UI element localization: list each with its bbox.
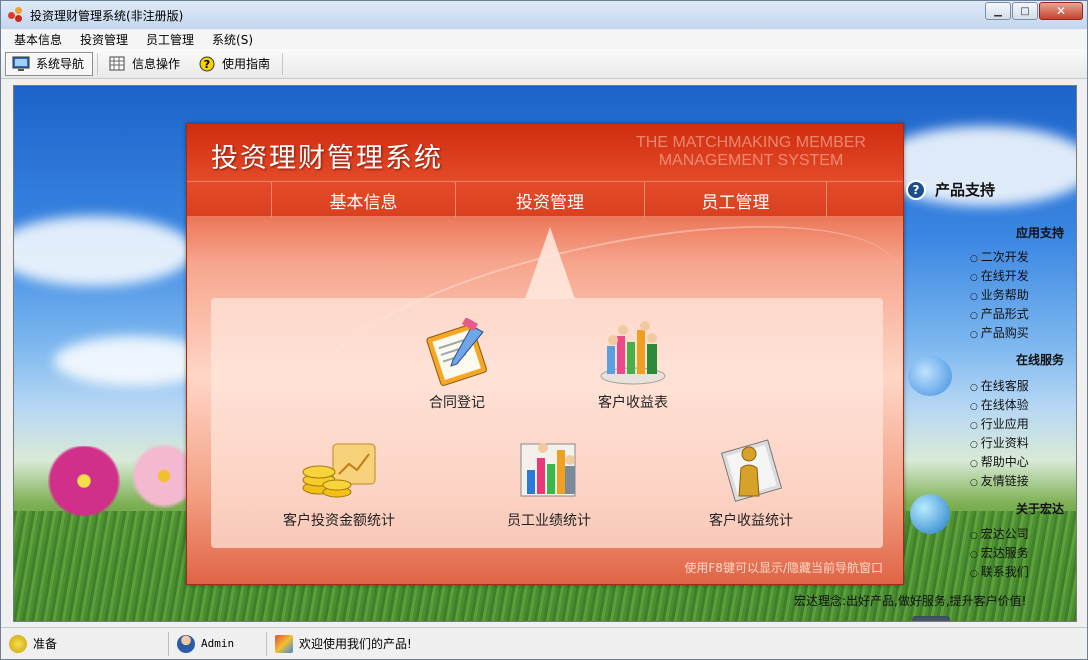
tab-investment[interactable]: 投资管理 [455, 182, 644, 218]
support-link[interactable]: 在线开发 [970, 267, 1029, 284]
status-ready: 准备 [1, 631, 169, 656]
function-box: 合同登记 客户收益表 客户投资金额统计 员工业绩统计 客户收益统计 [211, 298, 883, 548]
user-icon [177, 634, 195, 653]
support-link[interactable]: 联系我们 [970, 563, 1029, 580]
panel-subtitle: THE MATCHMAKING MEMBER MANAGEMENT SYSTEM [611, 134, 891, 170]
customer-income-table-label: 客户收益表 [598, 395, 668, 411]
menu-investment[interactable]: 投资管理 [71, 31, 137, 48]
system-nav-button[interactable]: 系统导航 [5, 51, 94, 76]
question-icon: ? [906, 179, 926, 200]
contract-icon [417, 317, 497, 388]
company-motto: 宏达理念:出好产品,做好服务,提升客户价值! [794, 594, 1027, 608]
status-welcome-text: 欢迎使用我们的产品! [299, 637, 412, 651]
status-user-text: Admin [201, 637, 235, 650]
customer-income-table-item[interactable]: 客户收益表 [593, 318, 673, 412]
contract-register-item[interactable]: 合同登记 [417, 317, 497, 412]
customer-income-stats-label: 客户收益统计 [709, 513, 793, 529]
menu-bar: 基本信息 投资管理 员工管理 系统(S) [1, 30, 1087, 49]
customer-investment-stats-label: 客户投资金额统计 [283, 513, 395, 529]
person-statistics-icon [711, 436, 791, 506]
user-guide-button[interactable]: ? 使用指南 [192, 52, 278, 76]
support-link[interactable]: 产品购买 [970, 324, 1029, 341]
customer-investment-stats-item[interactable]: 客户投资金额统计 [283, 436, 395, 530]
menu-basic-info[interactable]: 基本信息 [1, 31, 71, 48]
contract-register-label: 合同登记 [429, 395, 485, 411]
close-button[interactable]: ✕ [1039, 2, 1083, 20]
staff-performance-stats-item[interactable]: 员工业绩统计 [507, 436, 591, 530]
panel-hint: 使用F8键可以显示/隐藏当前导航窗口 [684, 561, 883, 575]
support-link[interactable]: 二次开发 [970, 248, 1029, 265]
app-logo-icon [8, 7, 24, 23]
coins-icon [299, 436, 379, 506]
product-support-sidebar: ? 产品支持 应用支持 二次开发 在线开发 业务帮助 产品形式 产品购买 在线服… [904, 176, 1074, 621]
support-link[interactable]: 在线体验 [970, 396, 1029, 413]
info-operation-label: 信息操作 [132, 57, 181, 71]
arrow-icon [908, 356, 952, 396]
support-link[interactable]: 友情链接 [970, 472, 1029, 489]
toolbar-separator [282, 52, 284, 75]
monitor-icon [12, 56, 30, 72]
customer-income-stats-item[interactable]: 客户收益统计 [709, 436, 793, 530]
status-ready-text: 准备 [33, 637, 58, 651]
toolbar-separator [97, 52, 99, 75]
panel-tabs: 基本信息 投资管理 员工管理 [187, 181, 903, 218]
grid-icon [108, 56, 126, 72]
title-bar[interactable]: 投资理财管理系统(非注册版) ▁ □ ✕ [1, 1, 1087, 29]
staff-performance-stats-label: 员工业绩统计 [507, 513, 591, 529]
support-header: ? 产品支持 [906, 179, 995, 200]
panel-subtitle-line2: MANAGEMENT SYSTEM [658, 152, 844, 169]
globe-icon [910, 494, 950, 534]
support-section-online: 在线服务 [1015, 353, 1064, 367]
navigation-panel: 投资理财管理系统 THE MATCHMAKING MEMBER MANAGEME… [186, 123, 920, 585]
panel-subtitle-line1: THE MATCHMAKING MEMBER [636, 134, 866, 151]
support-link[interactable]: 宏达公司 [970, 525, 1029, 542]
tab-basic-info[interactable]: 基本信息 [271, 182, 455, 218]
menu-system[interactable]: 系统(S) [203, 31, 262, 48]
support-link[interactable]: 帮助中心 [970, 453, 1029, 470]
app-window: 投资理财管理系统(非注册版) ▁ □ ✕ 基本信息 投资管理 员工管理 系统(S… [0, 0, 1088, 660]
navigation-area: 投资理财管理系统 THE MATCHMAKING MEMBER MANAGEME… [13, 85, 1077, 622]
maximize-button[interactable]: □ [1012, 2, 1038, 20]
support-link[interactable]: 行业资料 [970, 434, 1029, 451]
customer-chart-icon [593, 318, 673, 388]
status-bar: 准备 Admin 欢迎使用我们的产品! [1, 627, 1087, 659]
status-user: Admin [169, 631, 267, 656]
support-link[interactable]: 在线客服 [970, 377, 1029, 394]
panel-header: 投资理财管理系统 THE MATCHMAKING MEMBER MANAGEME… [187, 124, 903, 180]
bulb-icon [9, 634, 27, 653]
minimize-button[interactable]: ▁ [985, 2, 1011, 20]
system-nav-label: 系统导航 [36, 57, 85, 71]
window-title: 投资理财管理系统(非注册版) [30, 8, 184, 23]
panel-title: 投资理财管理系统 [211, 143, 443, 174]
support-title: 产品支持 [935, 181, 996, 199]
support-link[interactable]: 宏达服务 [970, 544, 1029, 561]
background-flower [34, 446, 134, 516]
support-section-about: 关于宏达 [1015, 502, 1064, 516]
window-controls: ▁ □ ✕ [984, 2, 1083, 20]
support-section-app: 应用支持 [1015, 226, 1064, 240]
tab-staff[interactable]: 员工管理 [644, 182, 827, 218]
svg-text:?: ? [204, 58, 210, 71]
background-cloud [14, 216, 194, 286]
info-operation-button[interactable]: 信息操作 [102, 52, 188, 76]
help-icon: ? [198, 56, 216, 72]
toolbar: 系统导航 信息操作 ? 使用指南 [1, 49, 1087, 79]
computer-icon [912, 616, 950, 621]
support-link[interactable]: 产品形式 [970, 305, 1029, 322]
support-link[interactable]: 业务帮助 [970, 286, 1029, 303]
bar-chart-icon [509, 436, 589, 506]
cubes-icon [275, 634, 293, 653]
status-welcome: 欢迎使用我们的产品! [267, 632, 767, 656]
support-link[interactable]: 行业应用 [970, 415, 1029, 432]
active-tab-pointer [525, 227, 575, 299]
menu-staff[interactable]: 员工管理 [137, 31, 203, 48]
user-guide-label: 使用指南 [222, 57, 271, 71]
